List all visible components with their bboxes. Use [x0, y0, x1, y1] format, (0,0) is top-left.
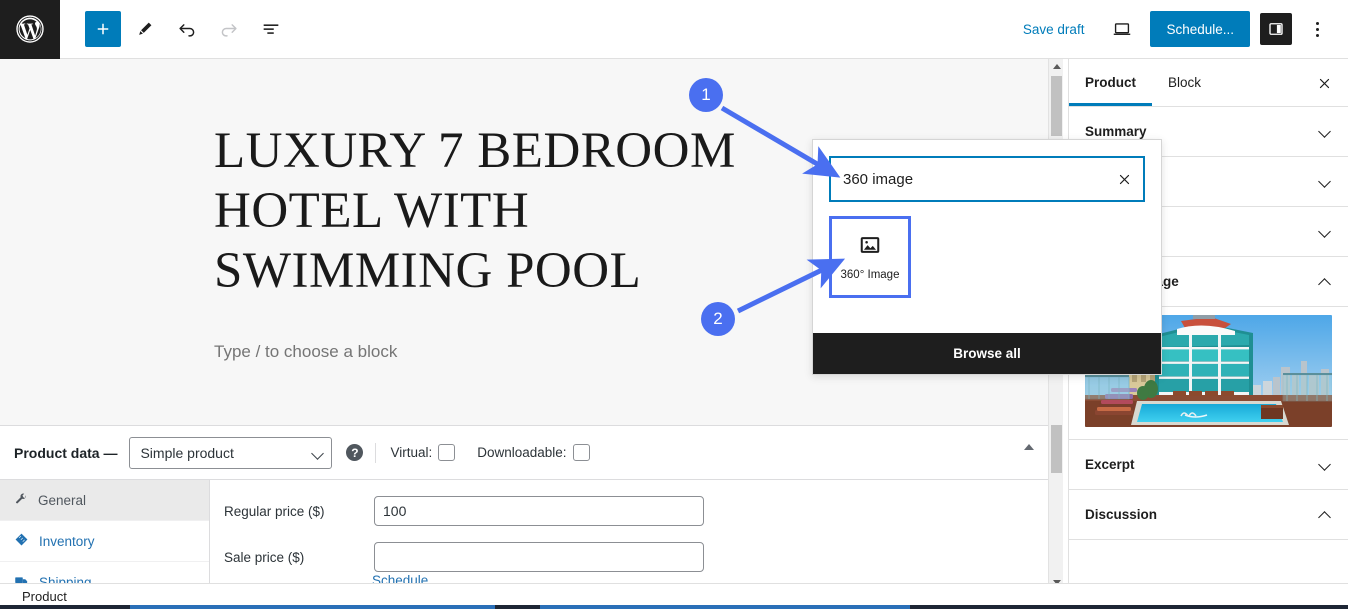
annotation-badge-1: 1	[689, 78, 723, 112]
panel-summary-label: Summary	[1085, 124, 1147, 139]
post-body-placeholder[interactable]: Type / to choose a block	[214, 342, 397, 362]
chevron-down-icon	[1320, 459, 1332, 471]
settings-sidebar-toggle[interactable]	[1260, 13, 1292, 45]
wordpress-logo-icon[interactable]	[0, 0, 60, 59]
editor-top-toolbar: Save draft Schedule...	[0, 0, 1348, 59]
product-data-body: General Inventory Shipping Regular price…	[0, 480, 1048, 590]
virtual-checkbox[interactable]	[438, 444, 456, 461]
product-type-select[interactable]: Simple product	[129, 436, 333, 469]
chevron-up-icon	[1320, 509, 1332, 521]
product-data-metabox: Product data — Simple product ? Virtual:…	[0, 425, 1048, 590]
annotation-badge-2: 2	[701, 302, 735, 336]
accent-segment-right	[540, 605, 910, 609]
panel-discussion-label: Discussion	[1085, 507, 1158, 522]
product-type-select-wrapper: Simple product	[129, 436, 333, 469]
clear-search-icon[interactable]	[1105, 158, 1143, 200]
post-title[interactable]: Luxury 7 bedroom hotel with swimming poo…	[214, 121, 814, 301]
product-data-fields: Regular price ($) Sale price ($)	[210, 480, 1048, 590]
metabox-scroll-thumb[interactable]	[1051, 425, 1062, 473]
accent-segment-left	[130, 605, 495, 609]
settings-tabs: Product Block	[1069, 59, 1348, 107]
inserter-results: 360° Image	[813, 202, 1161, 298]
schedule-button[interactable]: Schedule...	[1150, 11, 1250, 47]
virtual-label: Virtual:	[390, 445, 433, 460]
scroll-up-arrow[interactable]	[1049, 59, 1064, 74]
panel-excerpt-label: Excerpt	[1085, 457, 1135, 472]
tag-icon	[14, 532, 29, 550]
preview-laptop-icon[interactable]	[1104, 11, 1140, 47]
product-tab-general-label: General	[38, 492, 87, 508]
panel-discussion[interactable]: Discussion	[1069, 490, 1348, 540]
product-data-header: Product data — Simple product ? Virtual:…	[0, 426, 1048, 480]
chevron-up-icon	[1320, 276, 1332, 288]
list-view-icon[interactable]	[253, 11, 289, 47]
toolbar-right-actions: Save draft Schedule...	[1013, 11, 1348, 47]
redo-arrow-icon[interactable]	[211, 11, 247, 47]
save-draft-button[interactable]: Save draft	[1013, 16, 1095, 43]
block-result-label: 360° Image	[840, 268, 900, 281]
breadcrumb: Product	[22, 589, 67, 604]
block-inserter-popover: 360° Image Browse all	[812, 139, 1162, 375]
product-tab-general[interactable]: General	[0, 480, 209, 521]
downloadable-label: Downloadable:	[477, 445, 567, 460]
panel-excerpt[interactable]: Excerpt	[1069, 440, 1348, 490]
close-sidebar-icon[interactable]	[1308, 67, 1340, 99]
downloadable-checkbox[interactable]	[572, 444, 590, 461]
toggle-block-inserter-button[interactable]	[85, 11, 121, 47]
block-result-360-image[interactable]: 360° Image	[829, 216, 911, 298]
regular-price-input[interactable]	[374, 496, 704, 526]
editor-scroll-thumb[interactable]	[1051, 76, 1062, 136]
chevron-down-icon	[1320, 226, 1332, 238]
sale-price-label: Sale price ($)	[224, 549, 305, 565]
undo-arrow-icon[interactable]	[169, 11, 205, 47]
wrench-icon	[14, 492, 28, 509]
tab-product[interactable]: Product	[1069, 60, 1152, 106]
product-tab-inventory-label: Inventory	[39, 533, 95, 549]
bottom-accent-bar	[0, 605, 1348, 609]
chevron-down-icon	[1320, 176, 1332, 188]
tab-block[interactable]: Block	[1152, 60, 1217, 106]
chevron-down-icon	[1320, 126, 1332, 138]
three-dots-vertical-icon[interactable]	[1302, 12, 1332, 46]
inserter-search-area	[813, 140, 1161, 202]
collapse-triangle-icon[interactable]	[1024, 444, 1034, 450]
header-divider	[375, 442, 377, 463]
image-block-icon	[859, 234, 881, 261]
wordpress-product-editor: Save draft Schedule... Luxury 7 bedroom …	[0, 0, 1348, 609]
metabox-scrollbar[interactable]	[1048, 425, 1063, 590]
regular-price-label: Regular price ($)	[224, 503, 325, 519]
product-data-title: Product data —	[14, 444, 118, 461]
product-data-tabs: General Inventory Shipping	[0, 480, 210, 590]
toolbar-left-tools	[60, 11, 289, 47]
block-search-input[interactable]	[831, 158, 1105, 200]
tools-pencil-icon[interactable]	[127, 11, 163, 47]
regular-price-row: Regular price ($)	[224, 496, 1048, 526]
help-question-icon[interactable]: ?	[346, 444, 364, 461]
browse-all-button[interactable]: Browse all	[813, 333, 1161, 374]
sale-price-input[interactable]	[374, 542, 704, 572]
product-tab-inventory[interactable]: Inventory	[0, 521, 209, 562]
sale-price-row: Sale price ($)	[224, 542, 1048, 572]
block-search-field[interactable]	[829, 156, 1145, 202]
